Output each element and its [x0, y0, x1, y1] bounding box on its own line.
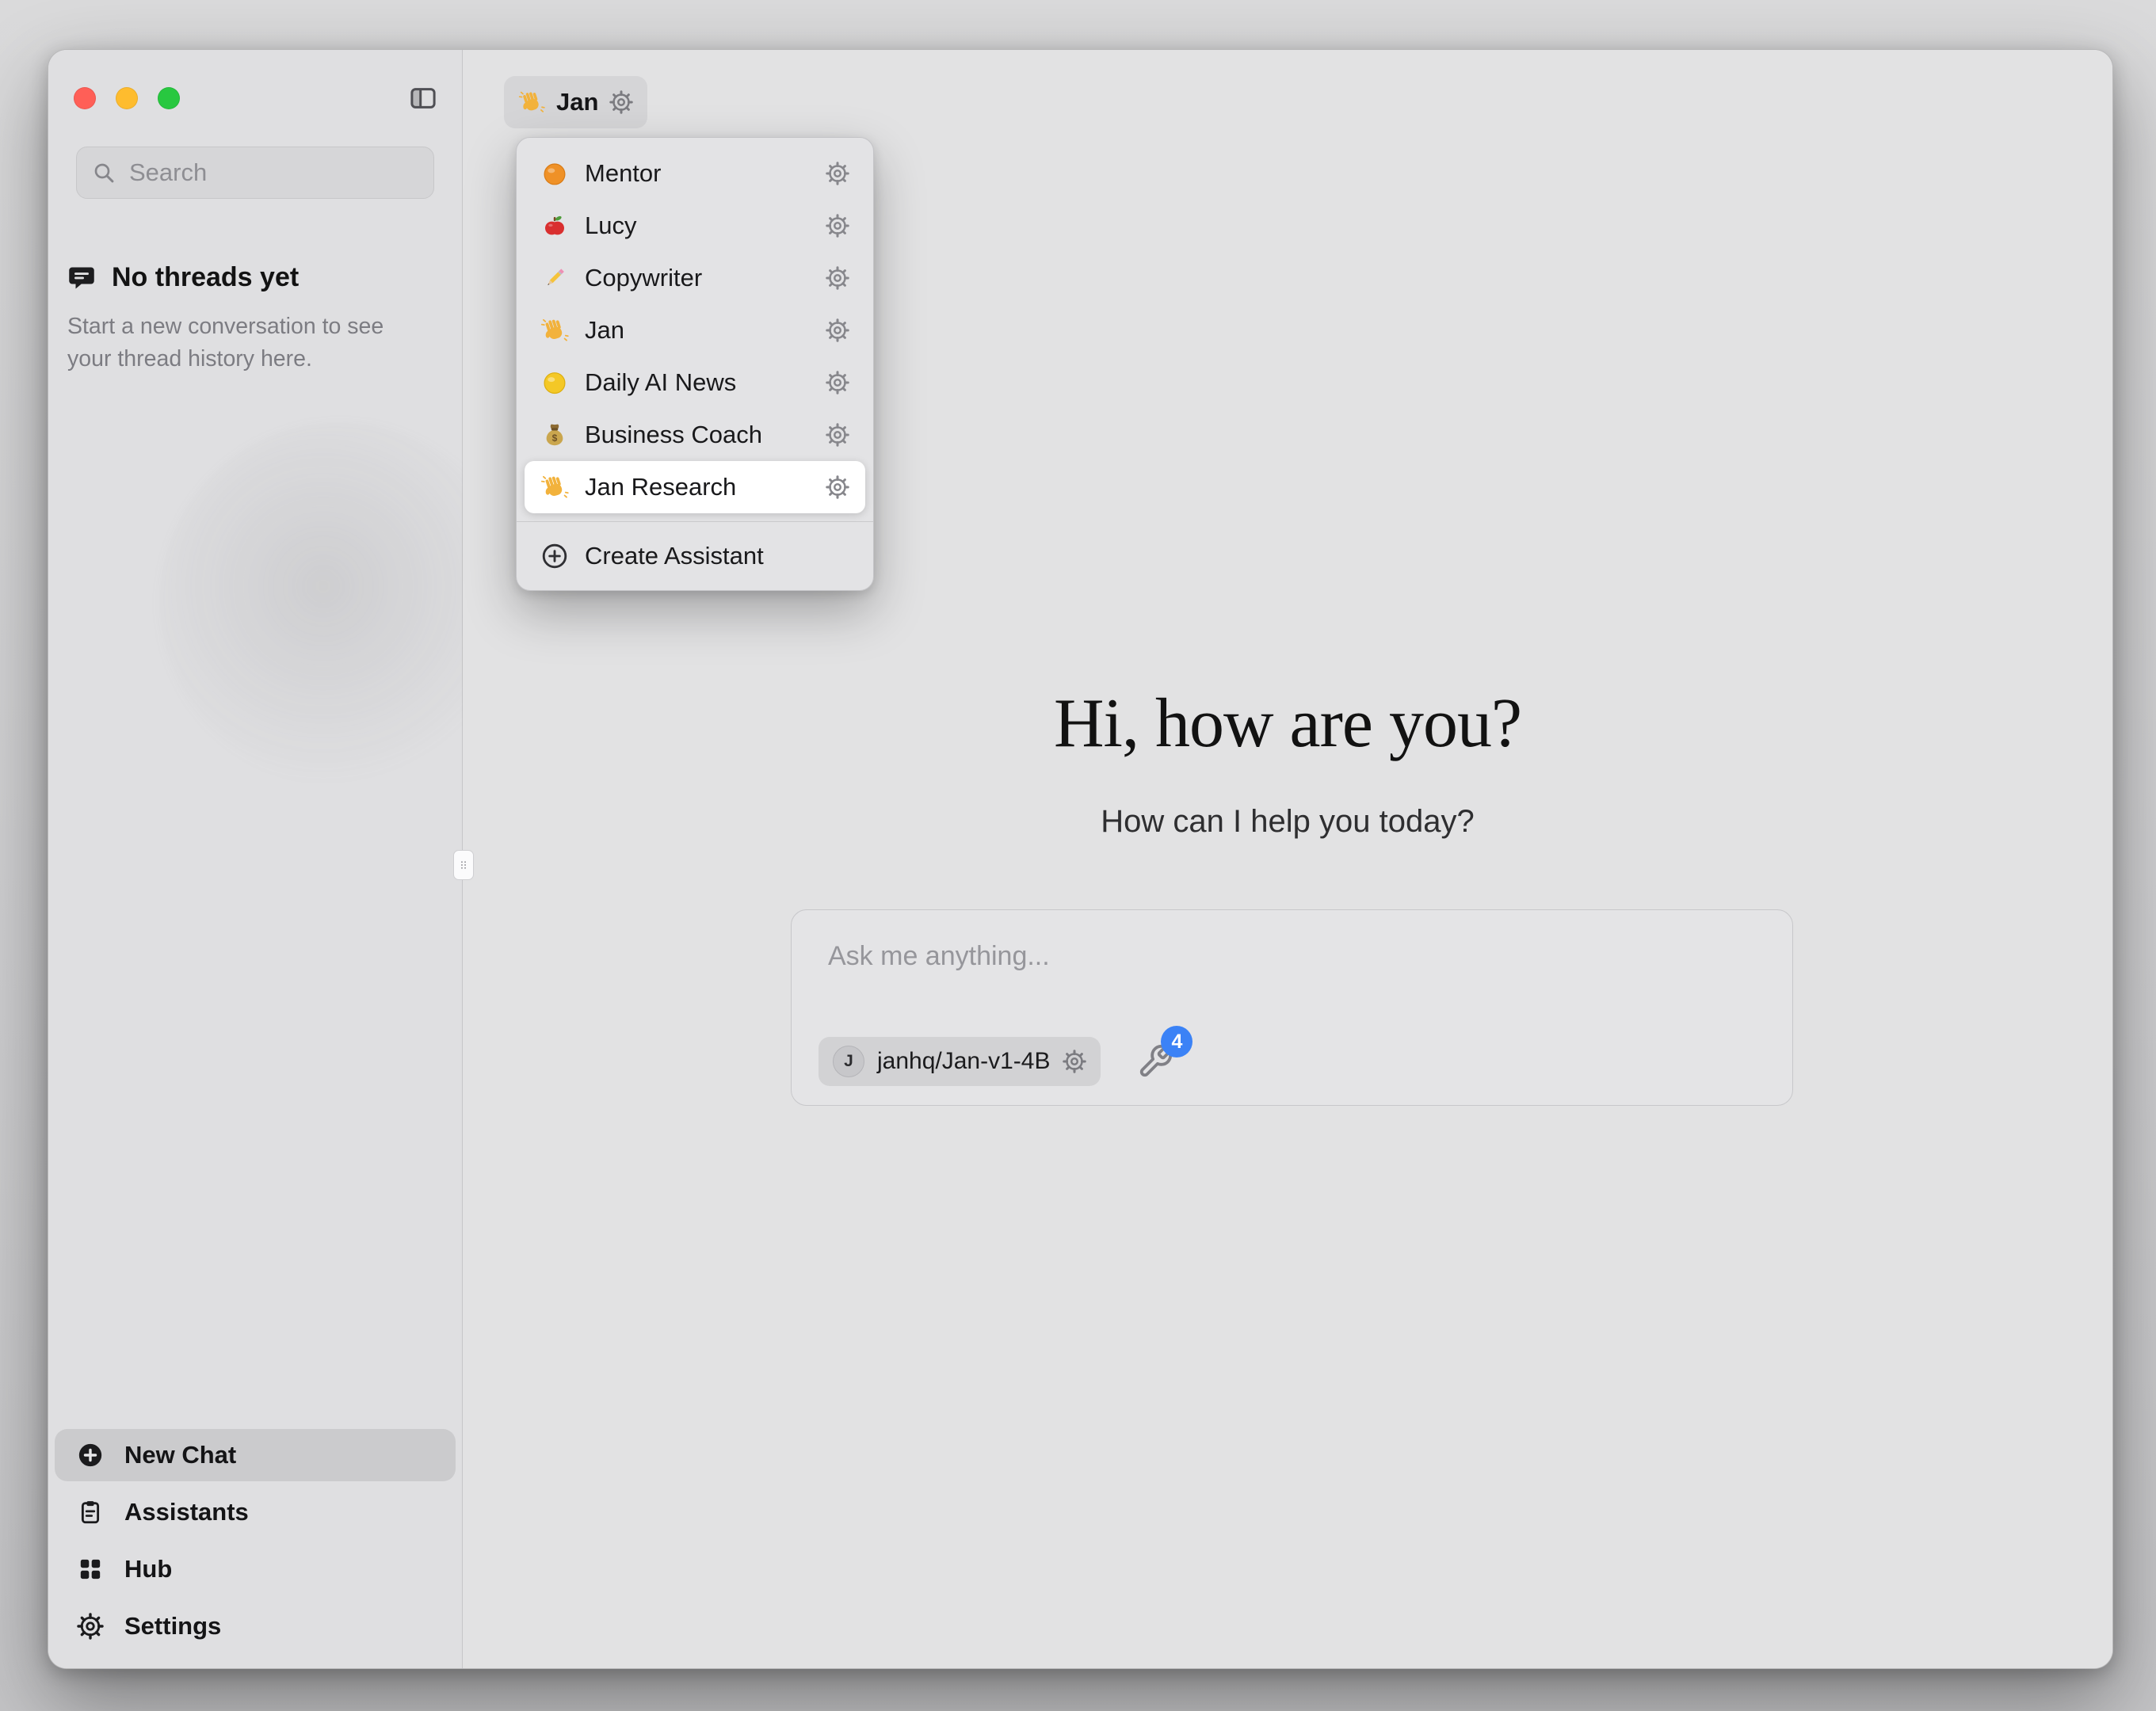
sidebar-item-label: Settings — [124, 1612, 221, 1641]
gear-icon — [77, 1613, 104, 1640]
pencil-icon — [540, 264, 569, 292]
assistant-name: Lucy — [585, 211, 810, 240]
gear-icon[interactable] — [826, 214, 849, 238]
create-assistant-label: Create Assistant — [585, 542, 849, 570]
empty-state: No threads yet Start a new conversation … — [67, 262, 408, 376]
model-avatar: J — [833, 1046, 864, 1077]
assistant-name: Jan — [585, 316, 810, 345]
orange-icon — [540, 159, 569, 188]
grip-icon — [458, 856, 469, 874]
sidebar: No threads yet Start a new conversation … — [48, 50, 463, 1668]
gear-icon[interactable] — [826, 371, 849, 394]
assistant-switcher-button[interactable]: Jan — [504, 76, 647, 128]
apple-icon — [540, 211, 569, 240]
create-assistant-button[interactable]: Create Assistant — [525, 530, 865, 582]
composer: J janhq/Jan-v1-4B 4 — [791, 909, 1793, 1106]
gear-icon[interactable] — [826, 162, 849, 185]
main-area: Jan Mentor Lucy Copywriter Jan Daily AI News… — [463, 50, 2112, 1668]
sidebar-item-hub[interactable]: Hub — [55, 1543, 456, 1595]
search-field[interactable] — [76, 147, 434, 199]
sidebar-nav: New Chat Assistants Hub Settings — [55, 1429, 456, 1652]
zoom-window-button[interactable] — [158, 87, 180, 109]
plus-circle-icon — [540, 542, 569, 570]
chat-input[interactable] — [826, 934, 1757, 978]
plus-circle-icon — [77, 1442, 104, 1469]
tools-count-badge: 4 — [1161, 1026, 1192, 1057]
composer-toolbar: J janhq/Jan-v1-4B 4 — [819, 1037, 1175, 1086]
assistant-switcher-label: Jan — [556, 88, 598, 116]
desktop-background: No threads yet Start a new conversation … — [0, 0, 2156, 1711]
clipboard-icon — [77, 1499, 104, 1526]
sidebar-toggle-button[interactable] — [405, 82, 441, 115]
gear-icon[interactable] — [609, 90, 633, 114]
assistant-menu-list: Mentor Lucy Copywriter Jan Daily AI News Busi… — [517, 147, 873, 513]
assistant-menu-item-mentor[interactable]: Mentor — [525, 147, 865, 200]
sidebar-item-assistants[interactable]: Assistants — [55, 1486, 456, 1538]
assistant-menu: Mentor Lucy Copywriter Jan Daily AI News Busi… — [516, 137, 874, 591]
empty-state-description: Start a new conversation to see your thr… — [67, 311, 408, 376]
assistant-menu-item-copywriter[interactable]: Copywriter — [525, 252, 865, 304]
sidebar-item-new-chat[interactable]: New Chat — [55, 1429, 456, 1481]
assistant-menu-item-lucy[interactable]: Lucy — [525, 200, 865, 252]
gear-icon[interactable] — [826, 266, 849, 290]
assistant-menu-item-jan-research[interactable]: Jan Research — [525, 461, 865, 513]
money-bag-icon — [540, 421, 569, 449]
assistant-name: Copywriter — [585, 264, 810, 292]
assistant-name: Mentor — [585, 159, 810, 188]
assistant-name: Business Coach — [585, 421, 810, 449]
gear-icon[interactable] — [1063, 1050, 1086, 1073]
model-name: janhq/Jan-v1-4B — [877, 1048, 1050, 1075]
assistant-menu-item-jan[interactable]: Jan — [525, 304, 865, 356]
wave-icon — [540, 316, 569, 345]
empty-state-title: No threads yet — [112, 262, 299, 293]
assistant-menu-item-daily-ai-news[interactable]: Daily AI News — [525, 356, 865, 409]
gear-icon[interactable] — [826, 318, 849, 342]
search-input[interactable] — [128, 158, 419, 188]
greeting-title: Hi, how are you? — [463, 684, 2112, 764]
sidebar-item-label: Assistants — [124, 1498, 249, 1526]
close-window-button[interactable] — [74, 87, 96, 109]
sidebar-resize-handle[interactable] — [453, 850, 474, 880]
gear-icon[interactable] — [826, 423, 849, 447]
sidebar-item-settings[interactable]: Settings — [55, 1600, 456, 1652]
window-controls — [74, 87, 180, 109]
chat-bubble-icon — [67, 264, 96, 292]
assistant-menu-item-business-coach[interactable]: Business Coach — [525, 409, 865, 461]
wave-icon — [540, 473, 569, 501]
panel-icon — [407, 84, 439, 112]
assistant-name: Daily AI News — [585, 368, 810, 397]
menu-separator — [517, 521, 873, 522]
tools-button[interactable]: 4 — [1135, 1042, 1175, 1081]
minimize-window-button[interactable] — [116, 87, 138, 109]
yellow-circle-icon — [540, 368, 569, 397]
grid-icon — [77, 1556, 104, 1583]
search-icon — [91, 160, 116, 185]
gear-icon[interactable] — [826, 475, 849, 499]
sidebar-item-label: New Chat — [124, 1441, 236, 1469]
assistant-name: Jan Research — [585, 473, 810, 501]
sidebar-item-label: Hub — [124, 1555, 172, 1583]
app-window: No threads yet Start a new conversation … — [48, 49, 2113, 1669]
wave-icon — [518, 89, 545, 116]
model-selector[interactable]: J janhq/Jan-v1-4B — [819, 1037, 1101, 1086]
greeting-subtitle: How can I help you today? — [463, 804, 2112, 840]
